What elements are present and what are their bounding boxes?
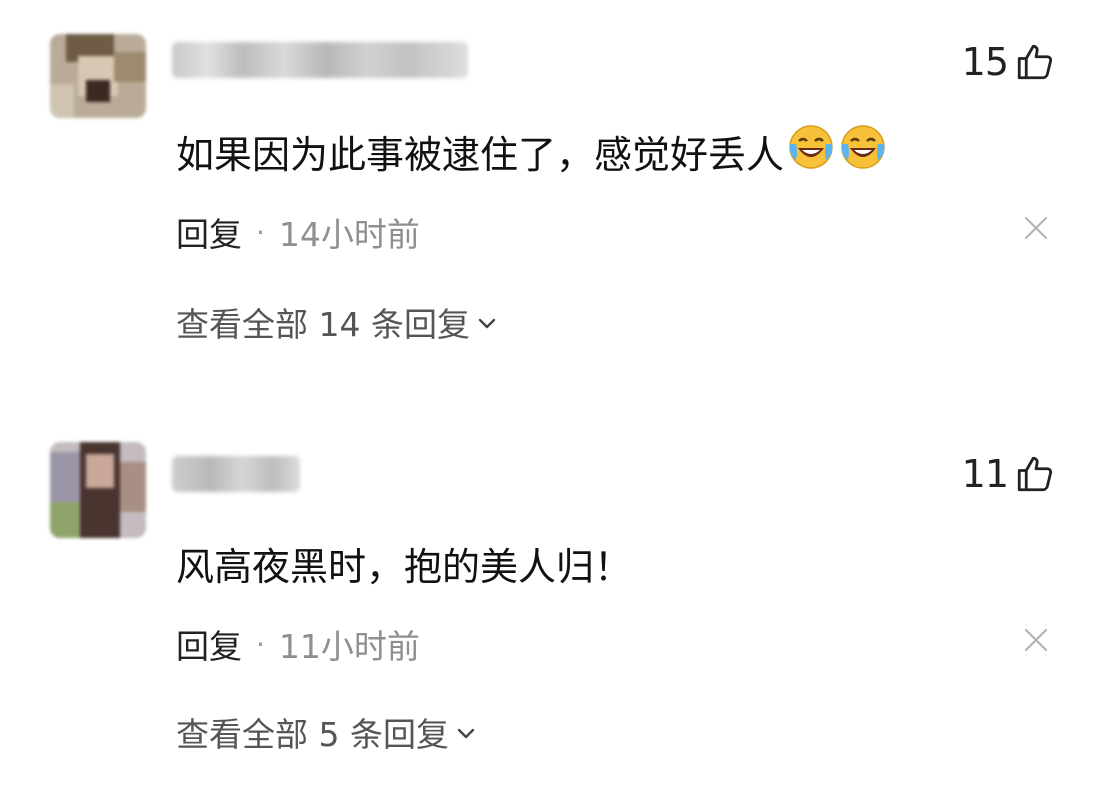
chevron-down-icon (476, 303, 498, 342)
chevron-down-icon (455, 713, 477, 752)
view-all-replies-link[interactable]: 查看全部 14 条回复 (176, 298, 498, 346)
thumbs-up-icon (1014, 41, 1056, 83)
timestamp: 11小时前 (278, 627, 420, 666)
like-count: 11 (961, 452, 1009, 496)
comment-text: 风高夜黑时，抱的美人归！ (176, 536, 632, 591)
timestamp: 14小时前 (278, 215, 420, 254)
comment-text: 如果因为此事被逮住了，感觉好丢人 (176, 122, 888, 181)
like-button[interactable]: 15 (962, 40, 1056, 84)
view-all-replies-label: 查看全部 14 条回复 (176, 305, 470, 344)
avatar[interactable] (50, 34, 146, 118)
comment-body: 如果因为此事被逮住了，感觉好丢人 (176, 133, 785, 177)
username-blurred[interactable] (172, 42, 468, 78)
comment-meta: 回复 · 14小时前 (176, 208, 420, 256)
comment-item: 11 风高夜黑时，抱的美人归！ 回复 · 11小时前 查看全部 5 条回复 (0, 412, 1114, 792)
close-icon[interactable] (1022, 626, 1050, 654)
view-all-replies-link[interactable]: 查看全部 5 条回复 (176, 708, 477, 756)
comment-body: 风高夜黑时，抱的美人归！ (176, 545, 633, 589)
laugh-cry-emoji (838, 122, 888, 181)
comment-meta: 回复 · 11小时前 (176, 620, 420, 668)
view-all-replies-label: 查看全部 5 条回复 (176, 715, 449, 754)
like-button[interactable]: 11 (962, 452, 1056, 496)
comment-item: 15 如果因为此事被逮住了，感觉好丢人 回复 · 14小时前 查看全部 14 条… (0, 0, 1114, 380)
username-blurred[interactable] (172, 456, 300, 492)
like-count: 15 (961, 40, 1009, 84)
avatar[interactable] (50, 442, 146, 538)
separator-dot: · (256, 215, 265, 249)
reply-button[interactable]: 回复 (176, 208, 242, 256)
close-icon[interactable] (1022, 214, 1050, 242)
laugh-cry-emoji (786, 122, 836, 181)
thumbs-up-icon (1014, 453, 1056, 495)
reply-button[interactable]: 回复 (176, 620, 242, 668)
separator-dot: · (256, 627, 265, 661)
